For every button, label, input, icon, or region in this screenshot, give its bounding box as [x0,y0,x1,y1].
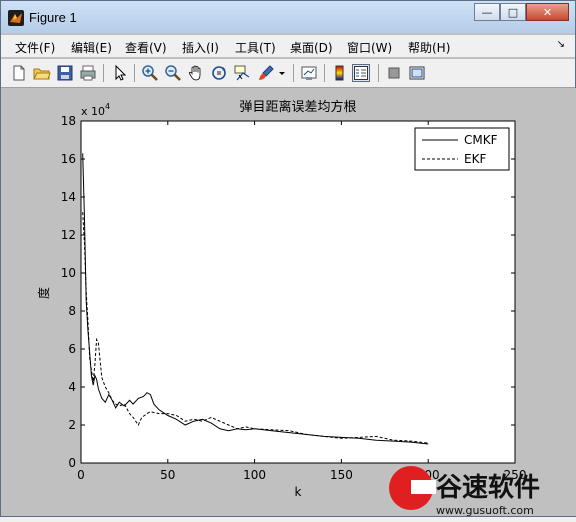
menu-tools[interactable]: 工具(T) [235,39,276,56]
zoom-out-icon[interactable] [164,64,182,82]
y-tick-label: 4 [68,380,76,394]
y-tick-label: 12 [61,228,76,242]
matlab-logo-icon [8,10,24,26]
toolbar [1,59,575,88]
legend[interactable]: CMKF EKF [414,127,510,171]
menu-view[interactable]: 查看(V) [125,39,167,56]
x-axis-label: k [295,485,302,499]
chart-title: 弹目距离误差均方根 [239,99,356,115]
data-cursor-icon[interactable] [233,64,251,82]
rotate-icon[interactable] [210,64,228,82]
figure-canvas: 弹目距离误差均方根 x 104 0 2 4 6 8 10 12 14 16 18 0 50 100 15… [2,88,576,516]
menu-file[interactable]: 文件(F) [15,39,55,56]
brush-icon[interactable] [257,64,275,82]
menu-bar: 文件(F) 编辑(E) 查看(V) 插入(I) 工具(T) 桌面(D) 窗口(W… [1,35,575,57]
y-tick-label: 14 [61,190,76,204]
menu-insert[interactable]: 插入(I) [182,39,219,56]
open-folder-icon[interactable] [33,64,51,82]
exponent-power: 4 [105,102,110,111]
figure-window: Figure 1 — □ ✕ 文件(F) 编辑(E) 查看(V) 插入(I) 工… [0,0,576,517]
watermark: 谷速软件 www.gusuoft.com [381,463,576,518]
exponent-label: x 104 [81,102,110,118]
y-tick-label: 10 [61,266,76,280]
y-tick-label: 18 [61,114,76,128]
close-button[interactable]: ✕ [526,3,569,21]
watermark-text: 谷速软件 [436,473,540,503]
x-tick-label: 100 [243,468,266,482]
zoom-in-icon[interactable] [141,64,159,82]
title-bar[interactable]: Figure 1 — □ ✕ [1,1,575,33]
x-tick-label: 50 [160,468,175,482]
watermark-url: www.gusuoft.com [436,504,534,517]
y-tick-label: 6 [68,342,76,356]
x-tick-label: 0 [77,468,85,482]
y-axis-label: 度 [36,287,51,299]
plot-svg: 弹目距离误差均方根 x 104 024681012141618 0 50 100 15… [36,99,526,499]
brush-dropdown-icon[interactable] [277,64,287,82]
show-plot-tools-icon[interactable] [408,64,426,82]
x-tick-label: 150 [330,468,353,482]
print-icon[interactable] [79,64,97,82]
new-file-icon[interactable] [10,64,28,82]
menu-desktop[interactable]: 桌面(D) [290,39,333,56]
save-icon[interactable] [56,64,74,82]
legend-icon[interactable] [352,64,370,82]
menu-edit[interactable]: 编辑(E) [71,39,112,56]
y-tick-label: 2 [68,418,76,432]
legend-label-cmkf: CMKF [464,133,498,147]
menu-help[interactable]: 帮助(H) [408,39,450,56]
y-tick-label: 16 [61,152,76,166]
window-title: Figure 1 [29,10,77,25]
exponent-base: x 10 [81,105,105,118]
link-icon[interactable] [300,64,318,82]
pointer-icon[interactable] [111,64,129,82]
y-tick-label: 0 [68,456,76,470]
y-tick-label: 8 [68,304,76,318]
maximize-button[interactable]: □ [500,3,526,21]
dock-arrow-icon[interactable]: ↘ [557,39,565,50]
axes-area[interactable] [80,120,516,464]
colorbar-icon[interactable] [331,64,349,82]
svg-text:x 104: x 104 [81,102,110,118]
legend-label-ekf: EKF [464,152,486,166]
pan-hand-icon[interactable] [187,64,205,82]
hide-plot-tools-icon[interactable] [385,64,403,82]
minimize-button[interactable]: — [474,3,500,21]
menu-window[interactable]: 窗口(W) [347,39,392,56]
